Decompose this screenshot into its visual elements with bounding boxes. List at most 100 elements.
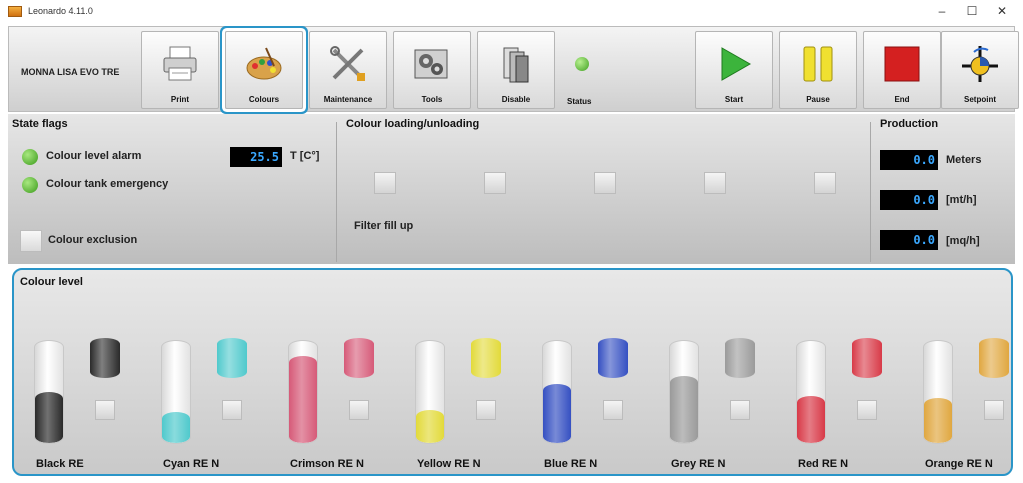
colour-tank-emergency-led	[22, 177, 38, 193]
meters-unit: Meters	[946, 154, 982, 166]
tank-level-fill	[924, 398, 952, 443]
tank-level-tube	[415, 340, 445, 444]
tank-level-tube	[923, 340, 953, 444]
end-button[interactable]: End	[863, 31, 941, 109]
tools-button[interactable]: Tools	[393, 31, 471, 109]
window-title: Leonardo 4.11.0	[28, 6, 93, 16]
pause-button[interactable]: Pause	[779, 31, 857, 109]
colours-button[interactable]: Colours	[225, 31, 303, 109]
maximize-button[interactable]: ☐	[957, 2, 987, 20]
tank-level-fill	[289, 356, 317, 443]
colour-swatch-icon	[90, 338, 120, 378]
status-led	[575, 57, 589, 71]
tank-label: Red RE N	[798, 458, 849, 470]
colour-swatch-icon	[344, 338, 374, 378]
tank-level-tube	[161, 340, 191, 444]
tank-label: Yellow RE N	[417, 458, 481, 470]
tank-checkbox[interactable]	[476, 400, 496, 420]
print-label: Print	[170, 95, 190, 104]
stop-icon	[884, 46, 920, 82]
colour-exclusion-label: Colour exclusion	[48, 234, 138, 246]
end-label: End	[894, 95, 910, 104]
info-panel: State flags Colour level alarm 25.5 T [C…	[8, 114, 1015, 264]
tank-level-fill	[416, 410, 444, 443]
loading-checkbox-4[interactable]	[704, 172, 726, 194]
tank-label: Blue RE N	[544, 458, 598, 470]
colour-level-panel: Colour level Black RE Cyan RE N Crimson RE…	[12, 268, 1013, 476]
tank-checkbox[interactable]	[222, 400, 242, 420]
tank-level-tube	[288, 340, 318, 444]
main-toolbar: MONNA LISA EVO TRE Print Colours Mainten…	[8, 26, 1019, 112]
production-title: Production	[880, 118, 939, 130]
temperature-display: 25.5	[230, 147, 282, 167]
setpoint-button[interactable]: Setpoint	[941, 31, 1019, 109]
tank-label: Grey RE N	[671, 458, 726, 470]
maintenance-button[interactable]: Maintenance	[309, 31, 387, 109]
tank-level-tube	[796, 340, 826, 444]
colour-exclusion-checkbox[interactable]	[20, 230, 42, 252]
colour-swatch-icon	[471, 338, 501, 378]
colour-swatch-icon	[979, 338, 1009, 378]
tank-checkbox[interactable]	[95, 400, 115, 420]
filter-fill-up-label: Filter fill up	[354, 220, 414, 232]
colours-label: Colours	[248, 95, 280, 104]
window-controls: – ☐ ✕	[927, 2, 1017, 20]
temperature-unit: T [C°]	[290, 150, 320, 162]
palette-icon	[246, 47, 282, 80]
machine-name: MONNA LISA EVO TRE	[21, 67, 120, 77]
colour-swatch-icon	[852, 338, 882, 378]
loading-checkbox-5[interactable]	[814, 172, 836, 194]
setpoint-label: Setpoint	[964, 95, 996, 104]
disable-icon	[503, 47, 529, 83]
disable-label: Disable	[501, 95, 531, 104]
tank-label: Orange RE N	[925, 458, 993, 470]
start-label: Start	[724, 95, 744, 104]
colour-level-alarm-label: Colour level alarm	[46, 150, 142, 162]
close-button[interactable]: ✕	[987, 2, 1017, 20]
state-flags-title: State flags	[12, 118, 68, 130]
loading-checkbox-2[interactable]	[484, 172, 506, 194]
tank-checkbox[interactable]	[730, 400, 750, 420]
divider	[870, 122, 871, 262]
tools-label: Tools	[421, 95, 443, 104]
printer-icon	[163, 46, 197, 81]
tank-level-tube	[669, 340, 699, 444]
speed-display: 0.0	[880, 190, 938, 210]
loading-checkbox-1[interactable]	[374, 172, 396, 194]
tank-label: Black RE	[36, 458, 84, 470]
tank-checkbox[interactable]	[857, 400, 877, 420]
colour-swatch-icon	[598, 338, 628, 378]
colour-tank-emergency-label: Colour tank emergency	[46, 178, 169, 190]
minimize-button[interactable]: –	[927, 2, 957, 20]
gears-icon	[414, 49, 448, 79]
area-unit: [mq/h]	[946, 235, 980, 247]
tank-level-fill	[162, 412, 190, 443]
setpoint-icon	[962, 46, 998, 82]
meters-display: 0.0	[880, 150, 938, 170]
colour-level-alarm-led	[22, 149, 38, 165]
pause-icon	[803, 46, 833, 82]
colour-level-title: Colour level	[20, 276, 83, 288]
loading-checkbox-3[interactable]	[594, 172, 616, 194]
tank-checkbox[interactable]	[603, 400, 623, 420]
tank-label: Cyan RE N	[163, 458, 220, 470]
tank-level-fill	[543, 383, 571, 443]
area-display: 0.0	[880, 230, 938, 250]
disable-button[interactable]: Disable	[477, 31, 555, 109]
tank-checkbox[interactable]	[349, 400, 369, 420]
start-button[interactable]: Start	[695, 31, 773, 109]
tank-level-fill	[797, 396, 825, 443]
tank-level-tube	[542, 340, 572, 444]
print-button[interactable]: Print	[141, 31, 219, 109]
divider	[336, 122, 337, 262]
colour-loading-title: Colour loading/unloading	[346, 118, 480, 130]
play-icon	[721, 47, 752, 81]
tank-level-tube	[34, 340, 64, 444]
maintenance-label: Maintenance	[323, 95, 373, 104]
tank-checkbox[interactable]	[984, 400, 1004, 420]
colour-swatch-icon	[725, 338, 755, 378]
pause-label: Pause	[806, 95, 830, 104]
app-icon	[8, 5, 22, 17]
title-bar: Leonardo 4.11.0 – ☐ ✕	[0, 0, 1023, 22]
colour-swatch-icon	[217, 338, 247, 378]
